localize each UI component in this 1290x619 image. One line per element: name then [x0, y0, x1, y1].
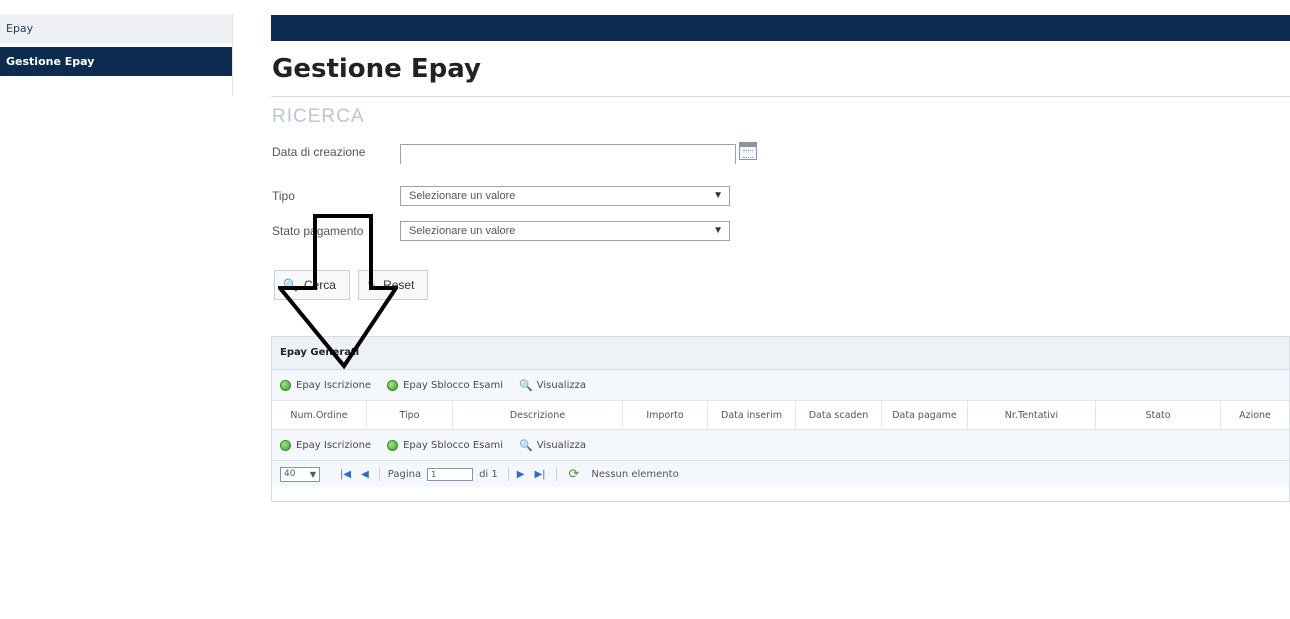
page-size-select[interactable]: 40 ▼	[280, 466, 320, 482]
visualizza-button[interactable]: 🔍 Visualizza	[519, 379, 586, 392]
section-title-ricerca: RICERCA	[272, 106, 365, 127]
tipo-select-value: Selezionare un valore	[409, 190, 516, 202]
visualizza-label: Visualizza	[536, 379, 586, 391]
epay-iscrizione-button[interactable]: Epay Iscrizione	[280, 379, 372, 391]
visualizza-label: Visualizza	[536, 439, 586, 451]
page-of-label: di 1	[479, 468, 498, 480]
tipo-label: Tipo	[272, 189, 295, 203]
grid-toolbar-bottom: Epay Iscrizione Epay Sblocco Esami 🔍 Vis…	[272, 430, 1289, 461]
next-page-icon[interactable]: ▶	[517, 469, 525, 480]
column-header[interactable]: Data pagame	[882, 401, 968, 429]
add-icon	[280, 439, 291, 451]
stato-select-value: Selezionare un valore	[409, 225, 516, 237]
page-label: Pagina	[387, 468, 422, 480]
calendar-icon[interactable]	[739, 142, 757, 160]
epay-sblocco-label: Epay Sblocco Esami	[403, 379, 504, 391]
sidebar-item-gestione-epay[interactable]: Gestione Epay	[0, 47, 232, 76]
column-header[interactable]: Azione	[1221, 401, 1289, 429]
page-title: Gestione Epay	[272, 54, 481, 84]
epay-iscrizione-button[interactable]: Epay Iscrizione	[280, 439, 372, 451]
pager-separator	[507, 467, 509, 481]
tipo-select[interactable]: Selezionare un valore ▼	[400, 186, 730, 206]
visualizza-button[interactable]: 🔍 Visualizza	[519, 439, 586, 452]
data-creazione-label: Data di creazione	[272, 145, 366, 159]
last-page-icon[interactable]: ▶|	[534, 469, 545, 480]
sidebar: Epay Gestione Epay	[0, 14, 233, 96]
epay-iscrizione-label: Epay Iscrizione	[296, 439, 372, 451]
down-arrow-annotation-icon	[278, 214, 398, 370]
magnifier-icon: 🔍	[519, 378, 533, 392]
title-divider	[271, 96, 1290, 97]
grid-header-row: Num.Ordine Tipo Descrizione Importo Data…	[272, 401, 1289, 430]
add-icon	[280, 379, 291, 391]
grid-title: Epay Generati	[272, 337, 1289, 370]
grid-toolbar-top: Epay Iscrizione Epay Sblocco Esami 🔍 Vis…	[272, 370, 1289, 401]
epay-sblocco-esami-button[interactable]: Epay Sblocco Esami	[387, 439, 504, 451]
epay-grid: Epay Generati Epay Iscrizione Epay Sbloc…	[271, 336, 1290, 502]
epay-sblocco-label: Epay Sblocco Esami	[403, 439, 504, 451]
refresh-icon[interactable]: ⟳	[569, 467, 580, 482]
column-header[interactable]: Stato	[1096, 401, 1221, 429]
column-header[interactable]: Data inserim	[708, 401, 796, 429]
column-header[interactable]: Descrizione	[453, 401, 623, 429]
sidebar-item-epay[interactable]: Epay	[0, 14, 232, 43]
page-number-input[interactable]: 1	[427, 467, 474, 481]
pager-separator	[378, 467, 380, 481]
prev-page-icon[interactable]: ◀	[361, 469, 369, 480]
epay-iscrizione-label: Epay Iscrizione	[296, 379, 372, 391]
stato-pagamento-select[interactable]: Selezionare un valore ▼	[400, 221, 730, 241]
column-header[interactable]: Num.Ordine	[272, 401, 367, 429]
column-header[interactable]: Data scaden	[796, 401, 882, 429]
top-banner	[271, 15, 1290, 41]
chevron-down-icon: ▼	[713, 190, 723, 201]
data-creazione-input[interactable]	[401, 146, 735, 164]
add-icon	[387, 439, 399, 451]
data-creazione-field-wrap	[400, 144, 736, 164]
column-header[interactable]: Nr.Tentativi	[968, 401, 1096, 429]
pager-separator	[555, 467, 557, 481]
pager-status: Nessun elemento	[591, 468, 679, 480]
chevron-down-icon: ▼	[713, 225, 723, 236]
magnifier-icon: 🔍	[519, 438, 533, 452]
column-header[interactable]: Importo	[623, 401, 708, 429]
chevron-down-icon: ▼	[309, 469, 316, 479]
epay-sblocco-esami-button[interactable]: Epay Sblocco Esami	[387, 379, 504, 391]
first-page-icon[interactable]: |◀	[340, 469, 351, 480]
add-icon	[387, 379, 399, 391]
grid-pager: 40 ▼ |◀ ◀ Pagina 1 di 1 ▶ ▶| ⟳ Nessun el…	[272, 461, 1289, 487]
column-header[interactable]: Tipo	[367, 401, 453, 429]
page-size-value: 40	[284, 468, 296, 479]
